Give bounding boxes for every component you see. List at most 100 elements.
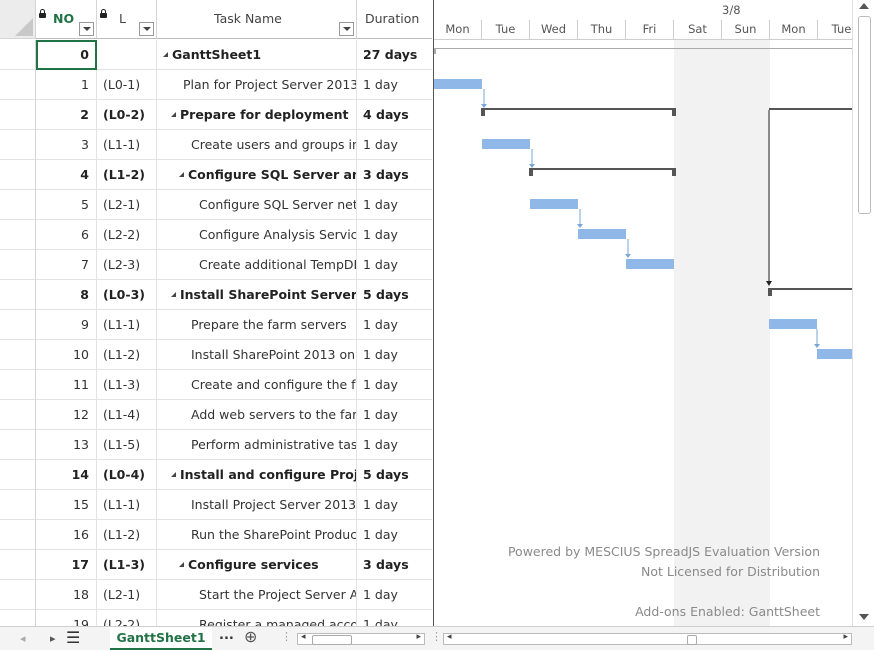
row-header[interactable] [0,550,36,580]
grid-horizontal-scrollbar[interactable]: ◂ ▸ [297,632,425,645]
cell-level[interactable]: (L1-4) [97,400,157,430]
scroll-right-arrow-icon[interactable]: ▸ [416,632,421,642]
cell-duration[interactable]: 5 days [357,460,432,490]
cell-duration[interactable]: 27 days [357,40,432,70]
column-header-level[interactable]: L [97,0,157,39]
cell-task-name[interactable]: Create users and groups in [157,130,357,160]
task-bar-9[interactable] [769,319,817,329]
cell-no[interactable]: 5 [36,190,97,220]
cell-no[interactable]: 11 [36,370,97,400]
row-header[interactable] [0,490,36,520]
cell-no[interactable]: 15 [36,490,97,520]
cell-no[interactable]: 13 [36,430,97,460]
cell-no[interactable]: 4 [36,160,97,190]
cell-level[interactable]: (L2-1) [97,190,157,220]
cell-level[interactable]: (L1-2) [97,160,157,190]
task-bar-10[interactable] [817,349,852,359]
cell-task-name[interactable]: Plan for Project Server 2013 [157,70,357,100]
cell-duration[interactable]: 1 day [357,610,432,626]
vertical-scrollbar[interactable] [852,0,874,626]
cell-duration[interactable]: 1 day [357,190,432,220]
row-header[interactable] [0,190,36,220]
cell-duration[interactable]: 4 days [357,100,432,130]
tab-splitter-handle[interactable]: ⋮ [281,630,292,643]
cell-no[interactable]: 10 [36,340,97,370]
cell-duration[interactable]: 1 day [357,70,432,100]
cell-no[interactable]: 7 [36,250,97,280]
cell-duration[interactable]: 1 day [357,310,432,340]
task-bar-6[interactable] [578,229,626,239]
cell-no[interactable]: 12 [36,400,97,430]
sheet-list-icon[interactable]: ☰ [66,628,80,647]
cell-no[interactable]: 19 [36,610,97,626]
select-all-corner[interactable] [0,0,36,39]
cell-no[interactable]: 18 [36,580,97,610]
cell-no[interactable]: 14 [36,460,97,490]
cell-level[interactable]: (L1-2) [97,520,157,550]
cell-task-name[interactable]: Prepare the farm servers [157,310,357,340]
cell-duration[interactable]: 1 day [357,340,432,370]
row-header[interactable] [0,160,36,190]
collapse-triangle-icon[interactable] [171,112,176,117]
cell-level[interactable]: (L2-1) [97,580,157,610]
add-sheet-icon[interactable]: ⊕ [244,627,257,646]
collapse-triangle-icon[interactable] [171,472,176,477]
row-header[interactable] [0,280,36,310]
row-header[interactable] [0,40,36,70]
cell-level[interactable]: (L1-3) [97,550,157,580]
row-header[interactable] [0,580,36,610]
next-sheet-arrow-icon[interactable]: ▸ [50,632,56,645]
cell-task-name[interactable]: Create and configure the fa [157,370,357,400]
cell-no[interactable]: 2 [36,100,97,130]
cell-task-name[interactable]: Add web servers to the farr [157,400,357,430]
column-header-task-name[interactable]: Task Name [157,0,357,39]
cell-no[interactable]: 17 [36,550,97,580]
cell-duration[interactable]: 1 day [357,130,432,160]
cell-duration[interactable]: 1 day [357,250,432,280]
cell-level[interactable] [97,40,157,70]
filter-dropdown-icon[interactable] [339,22,354,36]
cell-duration[interactable]: 3 days [357,160,432,190]
first-sheet-arrow-icon[interactable]: ◂ [20,632,26,645]
filter-dropdown-icon[interactable] [139,22,154,36]
cell-task-name[interactable]: Configure SQL Server and A [157,160,357,190]
row-header[interactable] [0,520,36,550]
task-grid[interactable]: NO L Task Name Duration 0 GanttSheet1 27 d… [0,0,432,626]
gantt-horizontal-scroll-thumb[interactable] [687,635,697,645]
cell-duration[interactable]: 1 day [357,220,432,250]
cell-no[interactable]: 8 [36,280,97,310]
cell-task-name[interactable]: Install and configure Project [157,460,357,490]
cell-task-name[interactable]: Configure services [157,550,357,580]
more-sheets-button[interactable]: ... [219,628,234,643]
cell-task-name[interactable]: Create additional TempDB [157,250,357,280]
cell-task-name[interactable]: Run the SharePoint Produc [157,520,357,550]
cell-duration[interactable]: 1 day [357,580,432,610]
summary-bar-8[interactable] [769,288,852,290]
collapse-triangle-icon[interactable] [171,292,176,297]
cell-level[interactable]: (L0-2) [97,100,157,130]
cell-duration[interactable]: 1 day [357,490,432,520]
cell-duration[interactable]: 1 day [357,430,432,460]
column-header-duration[interactable]: Duration [357,0,432,39]
project-summary-bar[interactable] [434,48,852,49]
grid-horizontal-scroll-thumb[interactable] [312,635,352,645]
cell-task-name[interactable]: Install Project Server 2013 [157,490,357,520]
row-header[interactable] [0,430,36,460]
gantt-horizontal-scrollbar[interactable]: ◂ ▸ [443,632,852,645]
collapse-triangle-icon[interactable] [163,52,168,57]
pane-splitter-handle[interactable]: ⋮ [431,630,442,643]
cell-level[interactable]: (L1-1) [97,490,157,520]
cell-duration[interactable]: 3 days [357,550,432,580]
row-header[interactable] [0,70,36,100]
row-header[interactable] [0,100,36,130]
gantt-scroll-right-arrow-icon[interactable]: ▸ [843,632,848,642]
filter-dropdown-icon[interactable] [79,22,94,36]
cell-no[interactable]: 3 [36,130,97,160]
cell-level[interactable]: (L0-4) [97,460,157,490]
scroll-up-arrow-icon[interactable] [859,3,869,9]
cell-duration[interactable]: 1 day [357,370,432,400]
cell-duration[interactable]: 1 day [357,520,432,550]
cell-level[interactable]: (L2-3) [97,250,157,280]
cell-task-name[interactable]: Start the Project Server Ap [157,580,357,610]
gantt-chart[interactable]: 3/8 Powered by MESCIUS SpreadJS Evaluati… [433,0,852,626]
